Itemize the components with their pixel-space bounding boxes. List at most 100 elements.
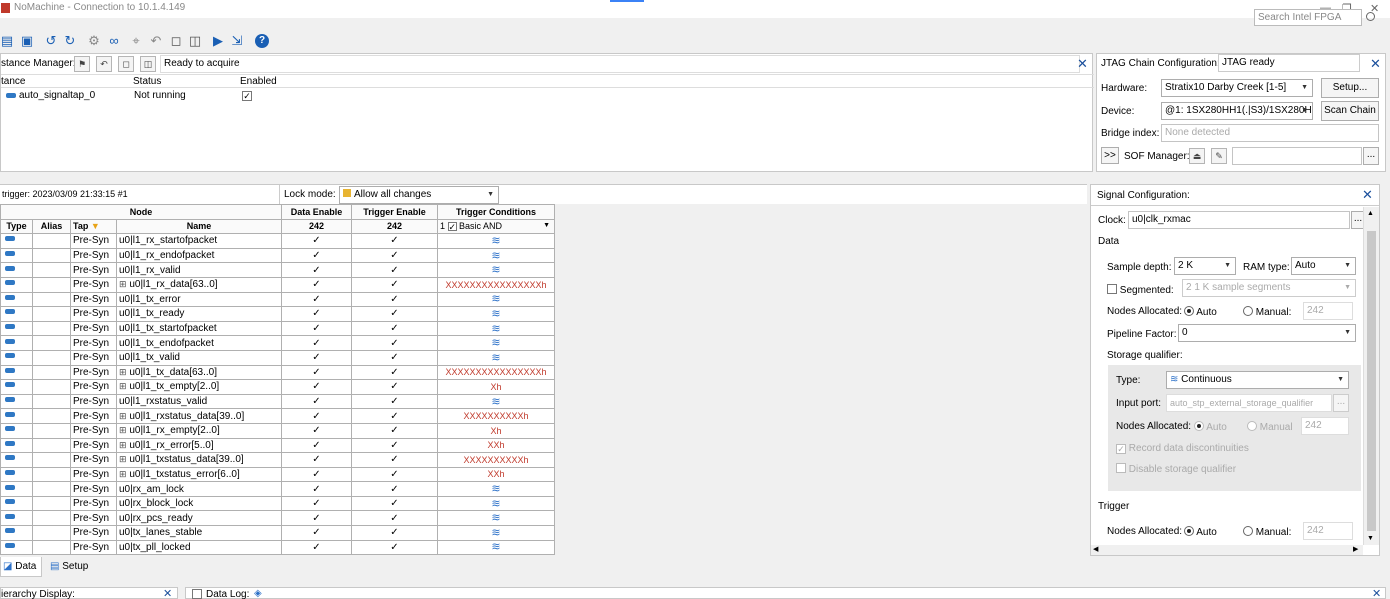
name-cell[interactable]: u0|l1_rx_valid [116, 262, 282, 278]
trigger-enable-checkbox[interactable]: ✓ [351, 437, 438, 454]
data-enable-checkbox[interactable]: ✓ [281, 481, 352, 497]
alias-cell[interactable] [32, 539, 71, 556]
table-row[interactable]: Pre-Syn u0|rx_pcs_ready ✓ ✓ ≋ [0, 510, 555, 527]
table-row[interactable]: Pre-Syn u0|l1_rxstatus_valid ✓ ✓ ≋ [0, 393, 555, 410]
close-icon[interactable]: ✕ [1077, 57, 1088, 70]
segmented-option[interactable]: Segmented: [1107, 284, 1174, 296]
sof-file-field[interactable] [1232, 147, 1362, 165]
data-enable-checkbox[interactable]: ✓ [281, 349, 352, 366]
table-row[interactable]: Pre-Syn u0|l1_rx_startofpacket ✓ ✓ ≋ [0, 233, 555, 249]
alias-cell[interactable] [32, 466, 71, 483]
trigger-enable-checkbox[interactable]: ✓ [351, 481, 438, 497]
table-row[interactable]: Pre-Syn u0|l1_rx_valid ✓ ✓ ≋ [0, 262, 555, 278]
name-cell[interactable]: u0|l1_rxstatus_valid [116, 393, 282, 410]
data-enable-checkbox[interactable]: ✓ [281, 437, 352, 454]
expand-icon[interactable]: ⊞ [119, 469, 127, 479]
trigger-enable-checkbox[interactable]: ✓ [351, 452, 438, 468]
data-enable-checkbox[interactable]: ✓ [281, 408, 352, 424]
table-row[interactable]: Pre-Syn u0|rx_block_lock ✓ ✓ ≋ [0, 495, 555, 512]
trigger-manual-radio[interactable] [1243, 526, 1253, 536]
alias-cell[interactable] [32, 408, 71, 424]
table-row[interactable]: Pre-Syn ⊞ u0|l1_rxstatus_data[39..0] ✓ ✓ XXX… [0, 408, 555, 424]
trigger-condition-cell[interactable]: Xh [437, 422, 555, 439]
data-enable-checkbox[interactable]: ✓ [281, 364, 352, 381]
program-device-icon[interactable]: ⏏ [1189, 148, 1205, 164]
name-cell[interactable]: u0|rx_block_lock [116, 495, 282, 512]
trigger-auto-option[interactable]: Auto [1184, 526, 1217, 538]
name-cell[interactable]: u0|l1_tx_ready [116, 306, 282, 322]
table-row[interactable]: Pre-Syn u0|l1_rx_endofpacket ✓ ✓ ≋ [0, 247, 555, 264]
data-enable-checkbox[interactable]: ✓ [281, 525, 352, 541]
trigger-condition-cell[interactable]: XXXXXXXXXXh [437, 452, 555, 468]
trigger-enable-checkbox[interactable]: ✓ [351, 262, 438, 278]
binoculars-icon[interactable]: ∞ [107, 34, 121, 48]
trigger-condition-cell[interactable]: ≋ [437, 233, 555, 249]
col-tap[interactable]: Tap ▼ [70, 218, 117, 235]
horizontal-scrollbar[interactable]: ◀ ▶ [1091, 545, 1363, 555]
trigger-condition-cell[interactable]: ≋ [437, 349, 555, 366]
trigger-manual-option[interactable]: Manual: [1243, 526, 1291, 538]
sample-depth-select[interactable]: 2 K ▼ [1174, 257, 1236, 275]
table-row[interactable]: Pre-Syn ⊞ u0|l1_tx_data[63..0] ✓ ✓ XXXXXXXXX… [0, 364, 555, 381]
alias-cell[interactable] [32, 335, 71, 351]
data-enable-checkbox[interactable]: ✓ [281, 422, 352, 439]
alias-cell[interactable] [32, 422, 71, 439]
alias-cell[interactable] [32, 320, 71, 337]
tab-setup[interactable]: ▤ Setup [46, 557, 102, 577]
data-enable-checkbox[interactable]: ✓ [281, 466, 352, 483]
data-enable-checkbox[interactable]: ✓ [281, 495, 352, 512]
sq-type-select[interactable]: ≋ Continuous ▼ [1166, 371, 1349, 389]
trigger-enable-checkbox[interactable]: ✓ [351, 408, 438, 424]
name-cell[interactable]: ⊞ u0|l1_tx_data[63..0] [116, 364, 282, 381]
expand-icon[interactable]: ⊞ [119, 425, 127, 435]
search-input[interactable]: Search Intel FPGA [1254, 9, 1362, 26]
trigger-condition-cell[interactable]: ≋ [437, 539, 555, 556]
device-select[interactable]: @1: 1SX280HH1(.|S3)/1SX280H ▼ [1161, 102, 1313, 120]
trigger-condition-cell[interactable]: ≋ [437, 525, 555, 541]
expand-icon[interactable]: ⊞ [119, 367, 127, 377]
instance-book-button[interactable]: ◫ [140, 56, 156, 72]
trigger-condition-cell[interactable]: ≋ [437, 247, 555, 264]
auto-radio[interactable] [1184, 306, 1194, 316]
name-cell[interactable]: ⊞ u0|l1_txstatus_error[6..0] [116, 466, 282, 483]
help-icon[interactable]: ? [255, 34, 269, 48]
table-row[interactable]: Pre-Syn ⊞ u0|l1_txstatus_error[6..0] ✓ ✓ XXh [0, 466, 555, 483]
trigger-enable-checkbox[interactable]: ✓ [351, 364, 438, 381]
trigger-enable-checkbox[interactable]: ✓ [351, 495, 438, 512]
trigger-enable-checkbox[interactable]: ✓ [351, 320, 438, 337]
trigger-enable-checkbox[interactable]: ✓ [351, 422, 438, 439]
name-cell[interactable]: u0|tx_pll_locked [116, 539, 282, 556]
back-icon[interactable]: ↶ [149, 34, 163, 48]
save-icon[interactable]: ▣ [20, 34, 34, 48]
col-alias[interactable]: Alias [32, 218, 71, 235]
trigger-condition-cell[interactable]: ≋ [437, 320, 555, 337]
data-enable-checkbox[interactable]: ✓ [281, 247, 352, 264]
trigger-condition-cell[interactable]: XXh [437, 437, 555, 454]
trigger-enable-checkbox[interactable]: ✓ [351, 291, 438, 308]
trigger-condition-cell[interactable]: ≋ [437, 481, 555, 497]
hierarchy-icon[interactable]: ⚙ [87, 34, 101, 48]
expand-icon[interactable]: ⊞ [119, 381, 127, 391]
enabled-checkbox[interactable]: ✓ [242, 91, 252, 101]
jtag-close-icon[interactable]: ✕ [1370, 57, 1381, 70]
table-row[interactable]: Pre-Syn ⊞ u0|l1_txstatus_data[39..0] ✓ ✓ XXX… [0, 452, 555, 468]
hardware-select[interactable]: Stratix10 Darby Creek [1-5] ▼ [1161, 79, 1313, 97]
data-enable-checkbox[interactable]: ✓ [281, 291, 352, 308]
autorun-icon[interactable]: ⇲ [230, 34, 244, 48]
data-enable-checkbox[interactable]: ✓ [281, 306, 352, 322]
trigger-condition-cell[interactable]: ≋ [437, 495, 555, 512]
name-cell[interactable]: u0|l1_tx_startofpacket [116, 320, 282, 337]
instance-btn-2[interactable]: ↶ [96, 56, 112, 72]
filter-icon[interactable]: ▼ [91, 221, 100, 231]
name-cell[interactable]: u0|l1_tx_endofpacket [116, 335, 282, 351]
expand-icon[interactable]: ⊞ [119, 454, 127, 464]
trigger-enable-checkbox[interactable]: ✓ [351, 247, 438, 264]
table-row[interactable]: Pre-Syn u0|l1_tx_endofpacket ✓ ✓ ≋ [0, 335, 555, 351]
search-icon[interactable] [1366, 12, 1375, 21]
tab-data[interactable]: ◪ Data [0, 557, 42, 577]
signal-config-close-icon[interactable]: ✕ [1362, 188, 1373, 201]
alias-cell[interactable] [32, 306, 71, 322]
table-row[interactable]: Pre-Syn u0|rx_am_lock ✓ ✓ ≋ [0, 481, 555, 497]
alias-cell[interactable] [32, 291, 71, 308]
alias-cell[interactable] [32, 379, 71, 395]
